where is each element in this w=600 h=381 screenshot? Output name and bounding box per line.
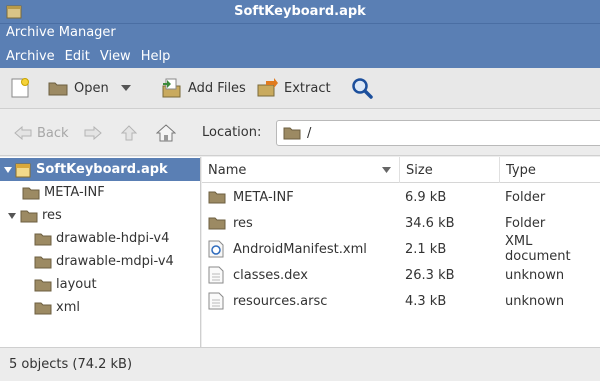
file-size: 2.1 kB: [405, 241, 447, 257]
file-name: res: [233, 215, 253, 231]
add-files-icon: [162, 78, 181, 98]
add-files-label: Add Files: [188, 80, 246, 96]
tree-item-label: res: [42, 208, 62, 223]
folder-icon: [20, 210, 38, 222]
file-list: Name Size Type META-INF 6.9 kB Folder re…: [202, 157, 600, 347]
add-files-button[interactable]: Add Files: [160, 76, 246, 100]
folder-icon: [34, 233, 52, 245]
file-type: XML document: [505, 234, 571, 264]
file-size: 6.9 kB: [405, 189, 447, 205]
menu-help[interactable]: Help: [141, 49, 171, 64]
tree-item-root[interactable]: SoftKeyboard.apk: [0, 158, 200, 181]
new-archive-button[interactable]: [10, 76, 30, 100]
navigation-bar: Back Location: /: [0, 110, 600, 156]
find-button[interactable]: [351, 76, 373, 100]
up-arrow-icon: [121, 125, 137, 141]
new-document-icon: [11, 78, 29, 98]
column-header-label: Size: [406, 162, 433, 178]
table-row[interactable]: META-INF 6.9 kB Folder: [202, 184, 600, 210]
table-row[interactable]: AndroidManifest.xml 2.1 kB XML document: [202, 234, 600, 264]
open-button[interactable]: Open: [48, 76, 109, 100]
file-type: Folder: [505, 189, 546, 205]
expanded-arrow-icon: [4, 166, 12, 173]
location-value: /: [307, 125, 312, 141]
forward-arrow-icon: [84, 126, 102, 140]
folder-tree: SoftKeyboard.apk META-INF res drawable-h…: [0, 157, 201, 347]
tree-item-label: xml: [56, 300, 80, 315]
file-name: classes.dex: [233, 267, 308, 283]
file-icon: [208, 266, 224, 284]
chevron-down-icon: [121, 85, 131, 91]
menubar: Archive Edit View Help: [6, 49, 170, 64]
file-list-header: Name Size Type: [202, 157, 600, 183]
location-label: Location:: [202, 125, 262, 140]
tree-item-res[interactable]: res: [0, 204, 200, 227]
file-name: META-INF: [233, 189, 294, 205]
file-size: 4.3 kB: [405, 293, 447, 309]
file-size: 34.6 kB: [405, 215, 455, 231]
location-field[interactable]: /: [276, 120, 600, 146]
up-button[interactable]: [121, 122, 137, 144]
tree-item-label: drawable-hdpi-v4: [56, 231, 170, 246]
tree-item-label: SoftKeyboard.apk: [36, 162, 168, 177]
back-button-label: Back: [37, 125, 69, 141]
folder-icon: [208, 217, 226, 230]
folder-icon: [34, 279, 52, 291]
home-button[interactable]: [156, 122, 176, 144]
file-size: 26.3 kB: [405, 267, 455, 283]
file-icon: [208, 292, 224, 310]
home-icon: [156, 124, 176, 142]
tree-item-drawable-hdpi[interactable]: drawable-hdpi-v4: [0, 227, 200, 250]
back-button[interactable]: Back: [14, 122, 69, 144]
expanded-arrow-icon: [8, 212, 16, 219]
column-header-label: Name: [208, 162, 247, 178]
menu-archive[interactable]: Archive: [6, 49, 55, 64]
tree-item-layout[interactable]: layout: [0, 273, 200, 296]
extract-icon: [257, 78, 278, 97]
status-bar: 5 objects (74.2 kB): [0, 347, 600, 381]
menu-view[interactable]: View: [100, 49, 131, 64]
table-row[interactable]: resources.arsc 4.3 kB unknown: [202, 288, 600, 314]
tree-item-label: META-INF: [44, 185, 105, 200]
open-folder-icon: [48, 82, 68, 96]
folder-icon: [22, 187, 40, 199]
column-header-size[interactable]: Size: [400, 157, 500, 183]
status-text: 5 objects (74.2 kB): [9, 357, 133, 372]
package-icon: [15, 163, 31, 177]
folder-icon: [283, 127, 301, 140]
file-type: unknown: [505, 293, 565, 309]
extract-button[interactable]: Extract: [256, 76, 331, 100]
table-row[interactable]: res 34.6 kB Folder: [202, 210, 600, 236]
extract-label: Extract: [284, 80, 331, 96]
xml-file-icon: [208, 240, 224, 258]
column-header-label: Type: [506, 162, 536, 178]
open-dropdown-button[interactable]: [121, 76, 131, 100]
tree-item-label: layout: [56, 277, 97, 292]
folder-icon: [34, 302, 52, 314]
forward-button[interactable]: [84, 122, 102, 144]
back-arrow-icon: [14, 126, 32, 140]
file-name: resources.arsc: [233, 293, 328, 309]
folder-icon: [34, 256, 52, 268]
open-button-label: Open: [74, 80, 109, 96]
tree-item-label: drawable-mdpi-v4: [56, 254, 174, 269]
column-header-type[interactable]: Type: [500, 157, 600, 183]
window-titlebar: SoftKeyboard.apk: [0, 0, 600, 24]
window-title: SoftKeyboard.apk: [234, 4, 366, 19]
table-row[interactable]: classes.dex 26.3 kB unknown: [202, 262, 600, 288]
app-name: Archive Manager: [6, 25, 116, 40]
file-type: unknown: [505, 267, 565, 283]
tree-item-drawable-mdpi[interactable]: drawable-mdpi-v4: [0, 250, 200, 273]
file-type: Folder: [505, 215, 546, 231]
sort-descending-icon: [382, 167, 391, 173]
folder-icon: [208, 191, 226, 204]
tree-item-xml[interactable]: xml: [0, 296, 200, 319]
toolbar: Open Add Files Extract: [0, 68, 600, 109]
menu-edit[interactable]: Edit: [65, 49, 90, 64]
search-icon: [352, 78, 373, 99]
file-name: AndroidManifest.xml: [233, 241, 367, 257]
column-header-name[interactable]: Name: [202, 157, 400, 183]
tree-item-meta-inf[interactable]: META-INF: [0, 181, 200, 204]
app-header: Archive Manager Archive Edit View Help: [0, 24, 600, 68]
